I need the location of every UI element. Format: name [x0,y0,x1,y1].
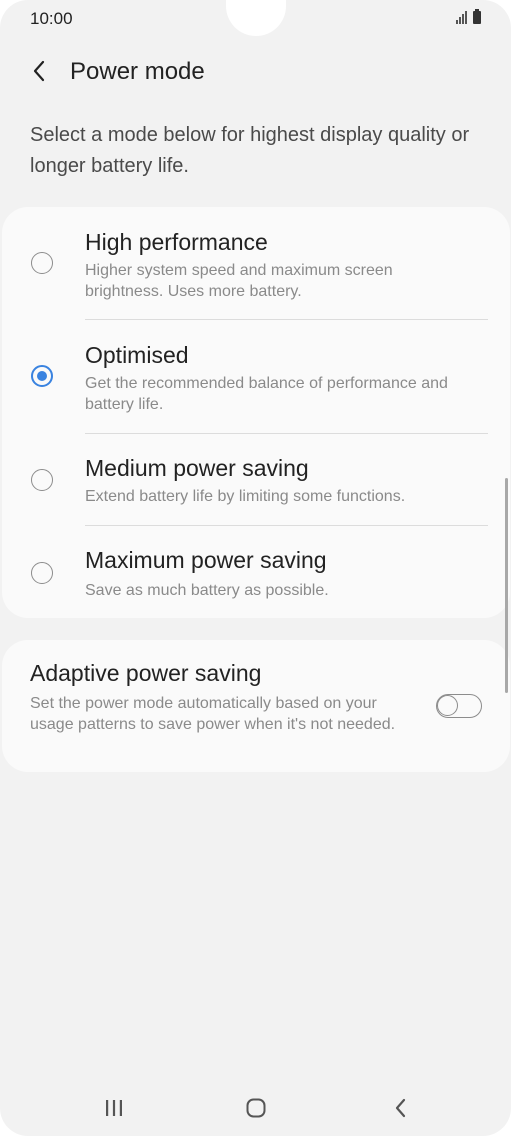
battery-icon [473,9,481,24]
mode-title: Medium power saving [85,455,309,481]
back-button[interactable] [24,56,54,86]
nav-back-button[interactable] [380,1095,420,1121]
navigation-bar [0,1080,511,1136]
screen: 10:00 Power mode Select a mode below for… [0,0,511,1136]
mode-subtitle: Save as much battery as possible. [85,582,329,599]
status-time: 10:00 [30,9,73,28]
mode-maximum-power-saving[interactable]: Maximum power saving Save as much batter… [2,526,510,618]
chevron-left-icon [33,60,45,82]
mode-subtitle: Higher system speed and maximum screen b… [85,262,393,300]
radio-button[interactable] [31,562,53,584]
adaptive-title: Adaptive power saving [30,660,262,686]
mode-optimised[interactable]: Optimised Get the recommended balance of… [2,320,510,433]
page-description: Select a mode below for highest display … [30,124,470,177]
adaptive-subtitle: Set the power mode automatically based o… [30,695,396,733]
toggle-knob [437,695,458,716]
radio-button-selected[interactable] [31,365,53,387]
app-bar: Power mode [0,48,511,96]
adaptive-toggle-switch[interactable] [436,694,482,718]
radio-button[interactable] [31,469,53,491]
status-bar: 10:00 [0,0,511,36]
mode-subtitle: Get the recommended balance of performan… [85,375,448,413]
signal-icon [456,10,467,24]
mode-title: Maximum power saving [85,547,327,573]
mode-title: Optimised [85,342,189,368]
home-button[interactable] [236,1095,276,1121]
mode-high-performance[interactable]: High performance Higher system speed and… [2,207,510,319]
scrollbar[interactable] [505,478,508,693]
recent-apps-button[interactable] [94,1095,134,1121]
mode-subtitle: Extend battery life by limiting some fun… [85,488,406,505]
adaptive-power-saving-row[interactable]: Adaptive power saving Set the power mode… [2,640,510,772]
power-mode-list: High performance Higher system speed and… [2,207,510,618]
mode-title: High performance [85,229,268,255]
page-title: Power mode [70,58,205,85]
home-icon [246,1098,266,1118]
mode-medium-power-saving[interactable]: Medium power saving Extend battery life … [2,434,510,525]
back-icon [395,1098,406,1118]
recent-apps-icon [106,1100,122,1116]
radio-button[interactable] [31,252,53,274]
status-icons [456,9,481,24]
